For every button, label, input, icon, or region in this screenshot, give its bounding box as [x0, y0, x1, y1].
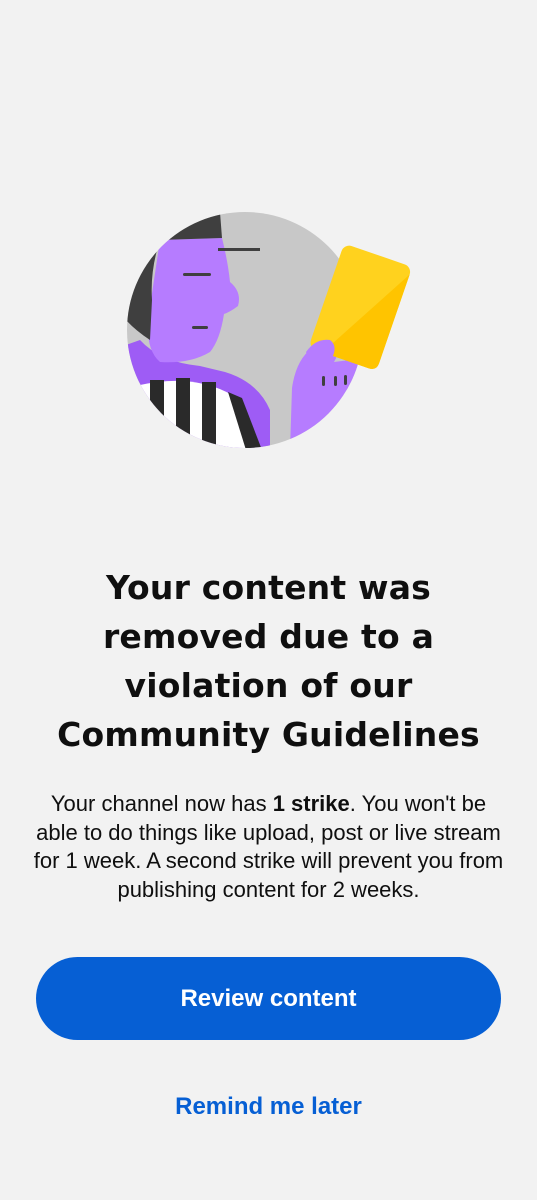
- review-content-button[interactable]: Review content: [36, 957, 501, 1040]
- description-text-start: Your channel now has: [50, 791, 273, 816]
- strike-description: Your channel now has 1 strike. You won't…: [30, 790, 507, 904]
- page-title: Your content was removed due to a violat…: [57, 568, 480, 754]
- referee-yellow-card-icon: [127, 212, 411, 448]
- strike-notice-screen: Your content was removed due to a violat…: [0, 0, 537, 1200]
- remind-me-later-button[interactable]: Remind me later: [120, 1080, 417, 1134]
- strike-count: 1 strike: [272, 791, 350, 816]
